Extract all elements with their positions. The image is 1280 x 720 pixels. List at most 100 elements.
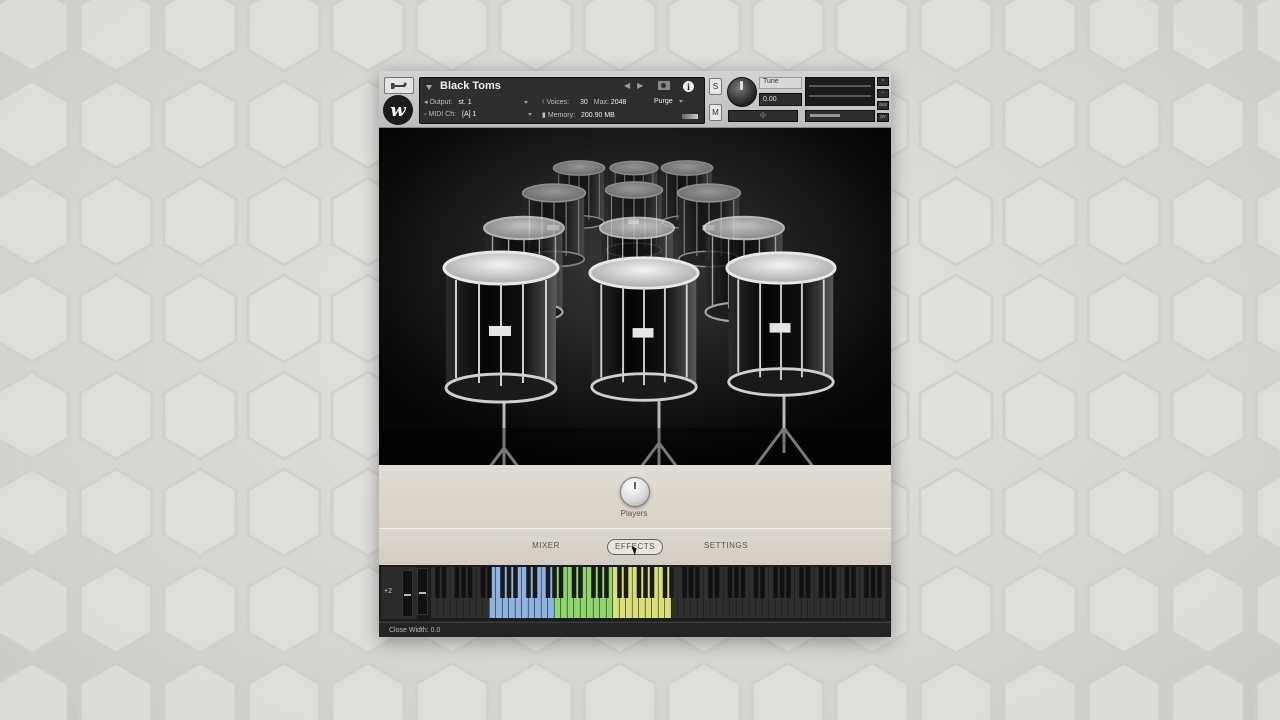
midi-label: MIDI Ch: bbox=[428, 111, 457, 118]
page-tabs: MIXER EFFECTS SETTINGS bbox=[379, 529, 891, 565]
black-key[interactable] bbox=[461, 567, 466, 598]
black-key[interactable] bbox=[688, 567, 694, 598]
black-key[interactable] bbox=[760, 567, 765, 598]
black-key[interactable] bbox=[818, 567, 824, 598]
status-text: Close Width: 0.0 bbox=[389, 627, 441, 634]
voices-row: ♮ Voices: 30 Max: 2048 bbox=[542, 98, 626, 106]
brand-logo: w bbox=[383, 95, 413, 125]
tab-settings[interactable]: SETTINGS bbox=[699, 539, 753, 553]
black-key[interactable] bbox=[877, 567, 882, 598]
black-key[interactable] bbox=[786, 567, 791, 598]
black-key[interactable] bbox=[597, 567, 603, 598]
minimize-button[interactable]: – bbox=[877, 89, 889, 98]
voices-icon: ♮ bbox=[542, 99, 545, 106]
pitch-wheel[interactable] bbox=[402, 570, 413, 617]
black-key[interactable] bbox=[695, 567, 700, 598]
black-key[interactable] bbox=[734, 567, 739, 598]
black-key[interactable] bbox=[513, 567, 518, 598]
piano-keyboard[interactable] bbox=[431, 567, 889, 618]
purge-menu[interactable]: Purge bbox=[654, 98, 683, 105]
black-key[interactable] bbox=[487, 567, 492, 598]
midi-value[interactable]: [A] 1 bbox=[462, 111, 476, 118]
performance-panel: Players bbox=[379, 465, 891, 528]
aux-button[interactable]: aux bbox=[877, 101, 889, 110]
black-key[interactable] bbox=[591, 567, 596, 598]
output-level-mini-meter bbox=[682, 114, 698, 119]
black-key[interactable] bbox=[643, 567, 648, 598]
tune-value[interactable]: 0.00 bbox=[759, 93, 802, 106]
camera-icon[interactable] bbox=[658, 81, 670, 90]
black-key[interactable] bbox=[825, 567, 830, 598]
chevron-down-icon bbox=[523, 100, 528, 104]
prev-next-instrument-arrows[interactable]: ◀▶ bbox=[624, 81, 650, 90]
mute-button[interactable]: M bbox=[709, 104, 722, 121]
black-key[interactable] bbox=[623, 567, 629, 598]
black-key[interactable] bbox=[714, 567, 720, 598]
players-knob[interactable] bbox=[620, 477, 650, 507]
wrench-button[interactable] bbox=[384, 77, 414, 94]
black-key[interactable] bbox=[727, 567, 733, 598]
kontakt-instrument-window: w Black Toms ◀▶ i ◂ Output: st. 1 ♮ Voic… bbox=[379, 71, 891, 637]
black-key[interactable] bbox=[669, 567, 674, 598]
black-key[interactable] bbox=[851, 567, 856, 598]
chevron-down-icon bbox=[528, 112, 533, 116]
black-key[interactable] bbox=[604, 567, 609, 598]
instrument-artwork bbox=[379, 128, 891, 465]
black-key[interactable] bbox=[649, 567, 655, 598]
wrench-icon bbox=[391, 82, 407, 89]
black-key[interactable] bbox=[558, 567, 564, 598]
black-key[interactable] bbox=[578, 567, 583, 598]
black-key[interactable] bbox=[552, 567, 557, 598]
black-key[interactable] bbox=[831, 567, 837, 598]
output-row[interactable]: ◂ Output: st. 1 bbox=[424, 98, 528, 106]
black-key[interactable] bbox=[753, 567, 759, 598]
tab-mixer[interactable]: MIXER bbox=[523, 539, 569, 553]
black-key[interactable] bbox=[708, 567, 713, 598]
black-key[interactable] bbox=[435, 567, 440, 598]
midi-icon: ▫ bbox=[424, 111, 427, 118]
voices-label: Voices: bbox=[546, 99, 570, 106]
black-key[interactable] bbox=[545, 567, 551, 598]
voices-value: 30 bbox=[580, 99, 588, 106]
pv-button[interactable]: pv bbox=[877, 113, 889, 122]
black-key[interactable] bbox=[571, 567, 577, 598]
purge-label[interactable]: Purge bbox=[654, 98, 673, 105]
instrument-name[interactable]: Black Toms bbox=[440, 80, 501, 92]
pan-slider[interactable]: ‹|› bbox=[728, 110, 798, 122]
memory-row: ▮ Memory: 200.90 MB bbox=[542, 111, 615, 119]
solo-button[interactable]: S bbox=[709, 78, 722, 95]
black-key[interactable] bbox=[441, 567, 447, 598]
black-key[interactable] bbox=[773, 567, 778, 598]
players-label: Players bbox=[620, 509, 648, 518]
black-key[interactable] bbox=[636, 567, 642, 598]
black-key[interactable] bbox=[682, 567, 687, 598]
black-key[interactable] bbox=[526, 567, 531, 598]
black-key[interactable] bbox=[740, 567, 746, 598]
tune-knob[interactable] bbox=[727, 77, 757, 107]
black-key[interactable] bbox=[454, 567, 460, 598]
midi-channel-row[interactable]: ▫ MIDI Ch: [A] 1 bbox=[424, 111, 533, 118]
black-key[interactable] bbox=[532, 567, 538, 598]
black-key[interactable] bbox=[799, 567, 804, 598]
black-key[interactable] bbox=[506, 567, 512, 598]
output-value[interactable]: st. 1 bbox=[458, 99, 471, 106]
black-key[interactable] bbox=[480, 567, 486, 598]
octave-shift[interactable]: +2 bbox=[384, 588, 392, 595]
black-key[interactable] bbox=[500, 567, 505, 598]
black-key[interactable] bbox=[617, 567, 622, 598]
info-icon[interactable]: i bbox=[683, 81, 694, 92]
collapse-arrow-icon[interactable] bbox=[426, 85, 432, 90]
mod-wheel[interactable] bbox=[417, 568, 428, 615]
black-key[interactable] bbox=[805, 567, 811, 598]
black-key[interactable] bbox=[864, 567, 869, 598]
volume-slider[interactable] bbox=[805, 110, 875, 122]
black-key[interactable] bbox=[779, 567, 785, 598]
max-value[interactable]: 2048 bbox=[611, 99, 627, 106]
close-button[interactable]: × bbox=[877, 77, 889, 86]
black-key[interactable] bbox=[467, 567, 473, 598]
chevron-down-icon bbox=[678, 99, 683, 103]
keyboard-area: +2 bbox=[379, 565, 891, 621]
black-key[interactable] bbox=[662, 567, 668, 598]
black-key[interactable] bbox=[870, 567, 876, 598]
black-key[interactable] bbox=[844, 567, 850, 598]
